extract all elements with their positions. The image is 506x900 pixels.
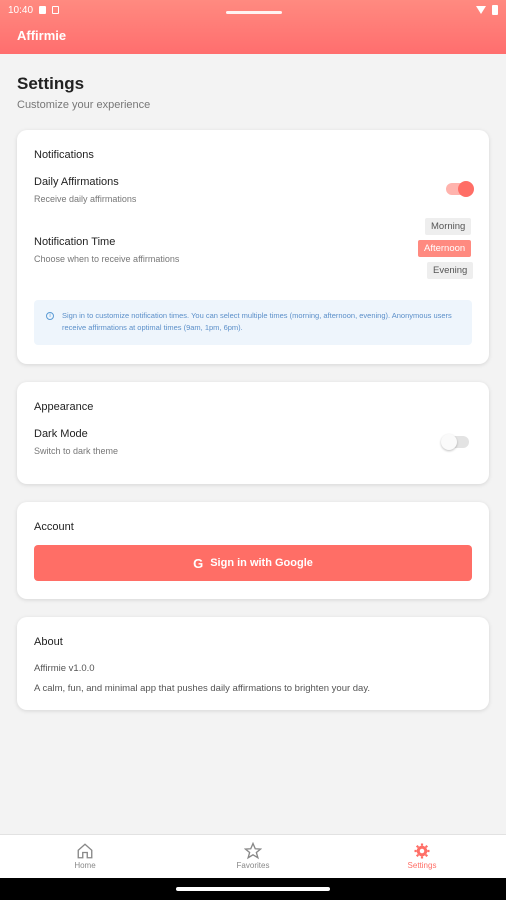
google-g-icon: G (193, 555, 204, 571)
app-title: Affirmie (17, 28, 67, 43)
home-icon (55, 841, 115, 861)
dark-mode-subtitle: Switch to dark theme (34, 446, 119, 456)
gear-icon (392, 841, 452, 861)
notifications-section-title: Notifications (34, 149, 94, 161)
app-description: A calm, fun, and minimal app that pushes… (34, 683, 371, 694)
sim-card-icon (39, 6, 47, 14)
google-button-label: Sign in with Google (210, 557, 313, 569)
home-gesture-bar[interactable] (176, 887, 330, 891)
notification-time-subtitle: Choose when to receive affirmations (34, 254, 180, 264)
system-navigation-bar (0, 878, 506, 900)
about-card: About Affirmie v1.0.0 A calm, fun, and m… (17, 617, 489, 710)
status-bar: 10:40 (0, 0, 506, 20)
app-header: 10:40 Affirmie (0, 0, 506, 54)
wifi-icon (476, 6, 486, 14)
time-option-morning[interactable]: Morning (425, 218, 472, 235)
appearance-card: Appearance Dark Mode Switch to dark them… (17, 382, 489, 484)
nav-settings[interactable]: Settings (392, 841, 452, 870)
daily-affirmations-subtitle: Receive daily affirmations (34, 194, 137, 204)
page-subtitle: Customize your experience (17, 99, 151, 111)
notification-time-title: Notification Time (34, 236, 116, 248)
nav-settings-label: Settings (407, 861, 437, 870)
toggle-knob (441, 434, 457, 450)
dark-mode-title: Dark Mode (34, 428, 88, 440)
sign-in-with-google-button[interactable]: G Sign in with Google (34, 545, 472, 581)
nav-home-label: Home (74, 861, 96, 870)
app-version: Affirmie v1.0.0 (34, 663, 95, 674)
screenshot-icon (52, 6, 60, 14)
page-title: Settings (17, 74, 85, 93)
nav-favorites[interactable]: Favorites (223, 841, 283, 870)
bottom-navigation: Home Favorites Settings (0, 834, 506, 878)
time-option-afternoon[interactable]: Afternoon (418, 240, 472, 257)
sign-in-info-box: i Sign in to customize notification time… (34, 300, 472, 345)
battery-icon (492, 5, 498, 15)
info-icon: i (46, 312, 54, 320)
account-section-title: Account (34, 521, 74, 533)
appearance-section-title: Appearance (34, 401, 94, 413)
status-time: 10:40 (8, 4, 34, 16)
time-option-evening[interactable]: Evening (427, 262, 474, 279)
sign-in-info-text: Sign in to customize notification times.… (62, 311, 452, 332)
nav-favorites-label: Favorites (236, 861, 270, 870)
star-icon (223, 841, 283, 861)
daily-affirmations-title: Daily Affirmations (34, 176, 119, 188)
dark-mode-toggle[interactable] (441, 434, 469, 450)
daily-affirmations-toggle[interactable] (446, 181, 474, 197)
toggle-knob (458, 181, 474, 197)
about-section-title: About (34, 636, 63, 648)
notch-pill (226, 11, 282, 14)
account-card: Account G Sign in with Google (17, 502, 489, 599)
notifications-card: Notifications Daily Affirmations Receive… (17, 130, 489, 364)
nav-home[interactable]: Home (55, 841, 115, 870)
